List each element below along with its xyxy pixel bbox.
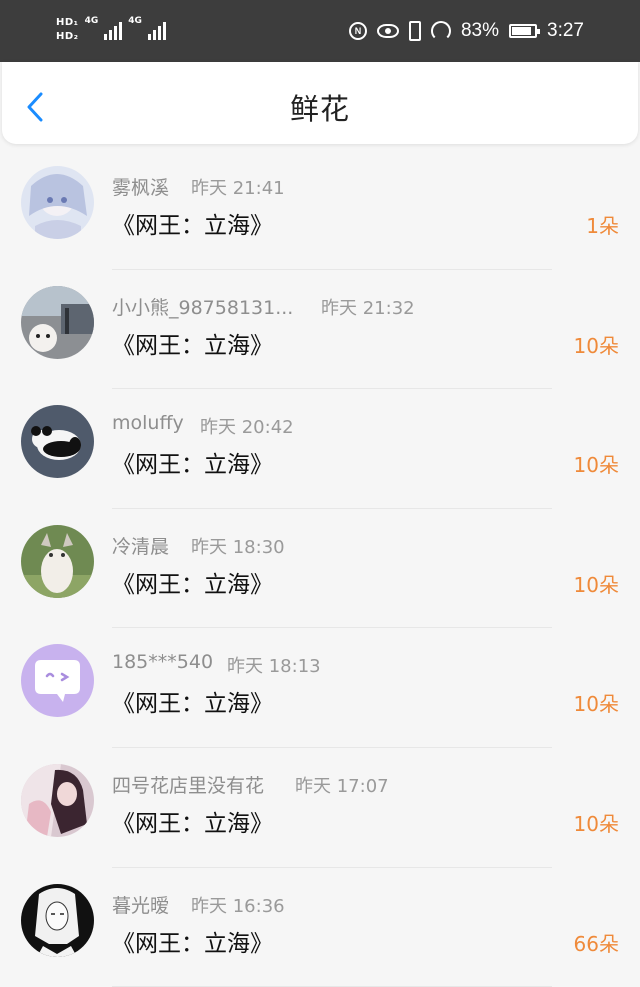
list-item[interactable]: 四号花店里没有花 昨天 17:07 《网王：立海》 10朵 [0, 748, 640, 868]
user-name: moluffy [112, 412, 184, 435]
network-indicators: HD₁ HD₂ 4G 4G [56, 10, 166, 50]
list-item[interactable]: 185***540 昨天 18:13 《网王：立海》 10朵 [0, 628, 640, 748]
top-app-bar: 鲜花 [2, 62, 638, 144]
hd2-icon: HD₂ [56, 31, 79, 42]
user-name: 小小熊_98758131... [112, 296, 294, 319]
timestamp: 昨天 21:32 [321, 297, 415, 319]
list-item[interactable]: moluffy 昨天 20:42 《网王：立海》 10朵 [0, 389, 640, 509]
timestamp: 昨天 18:13 [227, 656, 321, 678]
avatar[interactable] [21, 763, 94, 837]
hd1-icon: HD₁ [56, 17, 79, 28]
book-title: 《网王：立海》 [112, 810, 273, 837]
flower-count: 10朵 [573, 333, 619, 358]
avatar[interactable] [21, 883, 94, 957]
signal-icon [147, 20, 166, 40]
flower-gift-list: 雾枫溪 昨天 21:41 《网王：立海》 1朵 小小熊_98758131... … [0, 150, 640, 987]
book-title: 《网王：立海》 [112, 930, 273, 957]
timestamp: 昨天 16:36 [191, 895, 285, 917]
flower-count: 10朵 [573, 692, 619, 717]
list-item[interactable]: 雾枫溪 昨天 21:41 《网王：立海》 1朵 [0, 150, 640, 270]
avatar[interactable] [21, 524, 94, 598]
clock: 3:27 [547, 20, 584, 41]
network-type-2: 4G [128, 16, 142, 26]
nfc-icon: N [348, 22, 367, 40]
flower-count: 1朵 [586, 214, 619, 238]
user-name: 冷清晨 [112, 535, 170, 558]
timestamp: 昨天 18:30 [191, 536, 285, 558]
user-name: 四号花店里没有花 [112, 774, 265, 797]
signal-icon [104, 20, 123, 40]
avatar[interactable] [21, 166, 94, 239]
flower-count: 10朵 [573, 572, 619, 597]
list-item[interactable]: 冷清晨 昨天 18:30 《网王：立海》 10朵 [0, 509, 640, 629]
battery-icon [509, 24, 541, 38]
hd-icons: HD₁ HD₂ [56, 16, 79, 44]
list-item[interactable]: 暮光暧 昨天 16:36 《网王：立海》 66朵 [0, 868, 640, 987]
book-title: 《网王：立海》 [112, 571, 273, 598]
user-name: 雾枫溪 [112, 177, 170, 199]
status-bar: HD₁ HD₂ 4G 4G N 83% 3:27 [0, 0, 640, 62]
speed-gauge-icon [430, 21, 451, 41]
book-title: 《网王：立海》 [112, 213, 273, 239]
user-name: 185***540 [112, 651, 214, 674]
timestamp: 昨天 20:42 [200, 417, 294, 439]
avatar[interactable] [21, 644, 94, 718]
timestamp: 昨天 17:07 [295, 775, 389, 797]
page-title: 鲜花 [289, 92, 350, 126]
eye-icon [376, 24, 399, 38]
vibrate-icon [408, 21, 421, 41]
network-type-1: 4G [84, 16, 99, 26]
book-title: 《网王：立海》 [112, 332, 273, 359]
battery-percent: 83% [460, 20, 500, 41]
avatar[interactable] [21, 405, 94, 479]
flower-count: 10朵 [573, 811, 619, 836]
user-name: 暮光暧 [112, 894, 170, 917]
flower-count: 66朵 [573, 931, 619, 956]
list-item[interactable]: 小小熊_98758131... 昨天 21:32 《网王：立海》 10朵 [0, 270, 640, 390]
timestamp: 昨天 21:41 [191, 178, 285, 199]
avatar[interactable] [21, 285, 94, 359]
system-indicators: N 83% 3:27 [348, 16, 584, 46]
book-title: 《网王：立海》 [112, 452, 273, 479]
book-title: 《网王：立海》 [112, 691, 273, 718]
flower-count: 10朵 [573, 453, 619, 478]
